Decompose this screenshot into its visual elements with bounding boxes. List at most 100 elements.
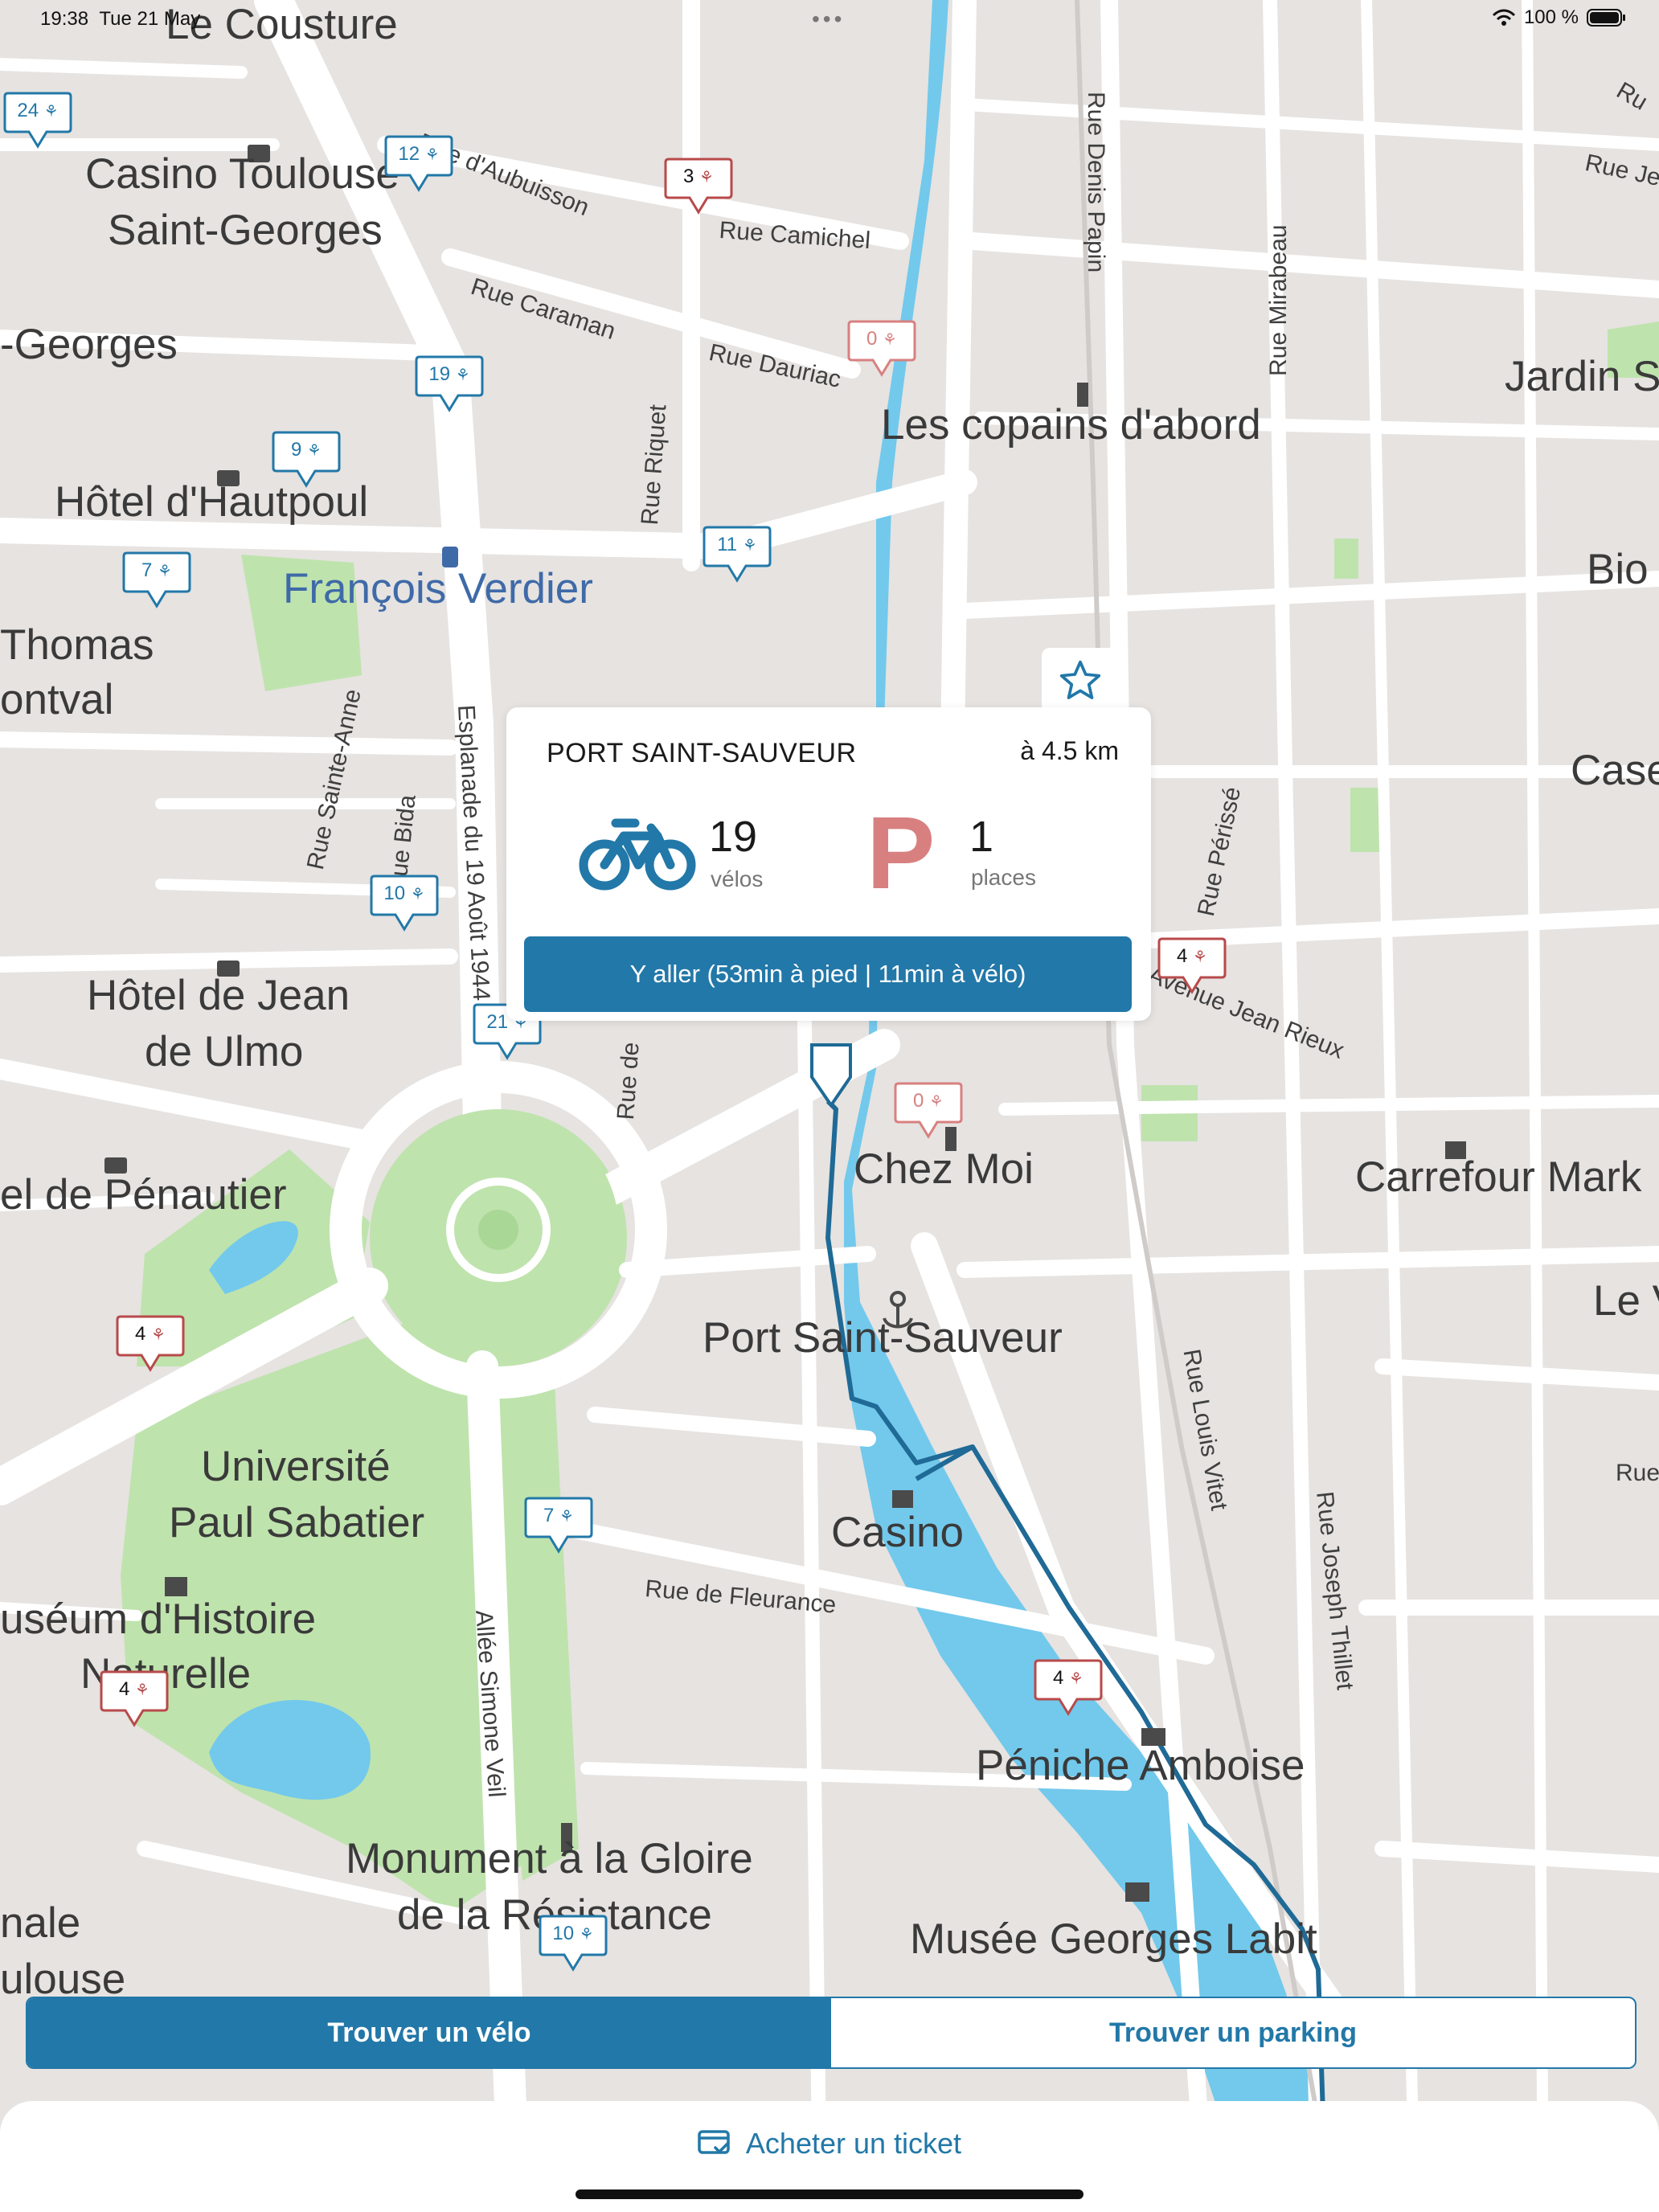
- multitask-dots-icon[interactable]: •••: [812, 6, 845, 32]
- bikes-label: vélos: [711, 866, 764, 891]
- station-marker[interactable]: 12 ⚘: [384, 135, 453, 193]
- status-bar: 19:38 Tue 21 May ••• 100 %: [0, 0, 1659, 40]
- bike-mini-icon: ⚘: [158, 563, 172, 580]
- street-rue-right-1: Rue: [1616, 1460, 1659, 1486]
- label-de-ulmo: de Ulmo: [145, 1028, 304, 1075]
- marker-count: 9: [291, 439, 302, 461]
- places-count: 1: [969, 813, 994, 861]
- station-marker[interactable]: 19 ⚘: [415, 355, 484, 413]
- station-marker[interactable]: 7 ⚘: [524, 1497, 593, 1555]
- marker-count: 12: [398, 143, 420, 165]
- marker-count: 10: [552, 1923, 575, 1944]
- marker-count: 4: [1053, 1667, 1064, 1689]
- label-carrefour: Carrefour Mark: [1355, 1153, 1642, 1201]
- street-rue-de: Rue de: [612, 1041, 645, 1121]
- star-icon: [1059, 660, 1101, 699]
- marker-count: 3: [683, 166, 694, 187]
- favorite-button[interactable]: [1042, 648, 1119, 714]
- label-monument: Monument à la Gloire: [346, 1835, 753, 1882]
- station-marker[interactable]: 4 ⚘: [1157, 937, 1227, 995]
- home-indicator[interactable]: [576, 2189, 1083, 2199]
- bike-mini-icon: ⚘: [455, 367, 470, 384]
- marker-count: 0: [913, 1090, 924, 1112]
- marker-count: 7: [141, 559, 153, 581]
- label-museum: uséum d'Histoire: [0, 1596, 317, 1643]
- label-peniche: Péniche Amboise: [976, 1742, 1305, 1789]
- label-les-copains: Les copains d'abord: [881, 401, 1261, 449]
- marker-count: 4: [1177, 945, 1188, 967]
- station-marker[interactable]: 10 ⚘: [539, 1915, 608, 1972]
- bike-mini-icon: ⚘: [929, 1093, 944, 1111]
- bike-mini-icon: ⚘: [559, 1508, 574, 1526]
- station-marker[interactable]: 4 ⚘: [1034, 1659, 1103, 1717]
- wifi-icon: [1492, 9, 1515, 26]
- bike-mini-icon: ⚘: [43, 103, 59, 121]
- bike-mini-icon: ⚘: [424, 146, 440, 164]
- label-paul-sabatier: Paul Sabatier: [169, 1499, 425, 1546]
- label-hotel-jean: Hôtel de Jean: [87, 972, 350, 1019]
- mode-segmented-control: Trouver un vélo Trouver un parking: [26, 1997, 1636, 2069]
- marker-count: 24: [17, 100, 39, 121]
- bike-icon: [579, 818, 696, 891]
- bike-mini-icon: ⚘: [1069, 1670, 1083, 1688]
- street-rue-mirabeau: Rue Mirabeau: [1265, 224, 1292, 376]
- label-nale: nale: [0, 1899, 81, 1947]
- label-port-saint-sauveur: Port Saint-Sauveur: [703, 1314, 1063, 1362]
- bike-mini-icon: ⚘: [151, 1326, 166, 1344]
- label-casino: Casino: [831, 1509, 964, 1556]
- street-rue-denis-papin: Rue Denis Papin: [1083, 92, 1109, 273]
- marker-count: 7: [543, 1505, 555, 1526]
- label-case: Case: [1571, 747, 1659, 794]
- find-bike-tab[interactable]: Trouver un vélo: [27, 1998, 831, 2067]
- station-marker[interactable]: 0 ⚘: [847, 320, 916, 378]
- label-jardin: Jardin S: [1505, 353, 1659, 400]
- label-ontval: ontval: [0, 676, 114, 723]
- bikes-count: 19: [709, 813, 758, 861]
- marker-count: 21: [486, 1011, 509, 1033]
- buy-ticket-button[interactable]: Acheter un ticket: [0, 2127, 1659, 2161]
- station-marker[interactable]: 7 ⚘: [122, 551, 191, 609]
- label-thomas: Thomas: [0, 621, 154, 669]
- label-casino-saint-georges: Saint-Georges: [108, 207, 383, 254]
- station-name: PORT SAINT-SAUVEUR: [547, 738, 857, 768]
- label-casino-toulouse: Casino Toulouse: [85, 150, 399, 198]
- marker-count: 19: [428, 363, 451, 385]
- find-parking-tab[interactable]: Trouver un parking: [831, 1998, 1635, 2067]
- marker-count: 4: [119, 1678, 130, 1700]
- bike-mini-icon: ⚘: [883, 331, 897, 349]
- buy-ticket-label: Acheter un ticket: [745, 2127, 962, 2160]
- status-right: 100 %: [1492, 6, 1627, 29]
- station-marker[interactable]: 0 ⚘: [894, 1082, 963, 1140]
- label-francois-verdier: François Verdier: [283, 565, 593, 612]
- label-chez-moi: Chez Moi: [854, 1145, 1034, 1193]
- marker-count: 4: [135, 1323, 146, 1345]
- station-marker[interactable]: 10 ⚘: [370, 875, 439, 932]
- marker-count: 0: [866, 328, 878, 350]
- ticket-icon: [698, 2130, 730, 2154]
- label-universite: Université: [201, 1443, 391, 1490]
- bike-mini-icon: ⚘: [135, 1682, 150, 1699]
- bike-mini-icon: ⚘: [1193, 948, 1207, 966]
- status-time: 19:38 Tue 21 May: [40, 8, 201, 30]
- station-marker[interactable]: 3 ⚘: [664, 158, 733, 215]
- station-marker[interactable]: 4 ⚘: [116, 1315, 185, 1373]
- parking-icon: P: [866, 796, 936, 911]
- places-label: places: [971, 865, 1036, 890]
- station-marker[interactable]: 11 ⚘: [703, 526, 772, 584]
- battery-text: 100 %: [1523, 6, 1579, 28]
- marker-count: 10: [383, 883, 406, 904]
- station-marker[interactable]: 24 ⚘: [3, 92, 72, 150]
- go-there-button[interactable]: Y aller (53min à pied | 11min à vélo): [524, 936, 1132, 1012]
- bike-mini-icon: ⚘: [579, 1926, 594, 1944]
- bike-mini-icon: ⚘: [307, 442, 322, 460]
- station-distance: à 4.5 km: [1020, 736, 1119, 765]
- label-le-v: Le V: [1593, 1277, 1659, 1325]
- label-musee-labit: Musée Georges Labit: [910, 1915, 1317, 1963]
- station-card: PORT SAINT-SAUVEUR à 4.5 km 19 vélos P 1…: [506, 707, 1151, 1021]
- station-marker[interactable]: 4 ⚘: [100, 1670, 169, 1728]
- station-marker[interactable]: 9 ⚘: [272, 431, 341, 489]
- city-map[interactable]: [0, 0, 1659, 2212]
- marker-count: 11: [717, 534, 738, 555]
- battery-icon: [1587, 9, 1625, 27]
- label-georges: -Georges: [0, 321, 178, 368]
